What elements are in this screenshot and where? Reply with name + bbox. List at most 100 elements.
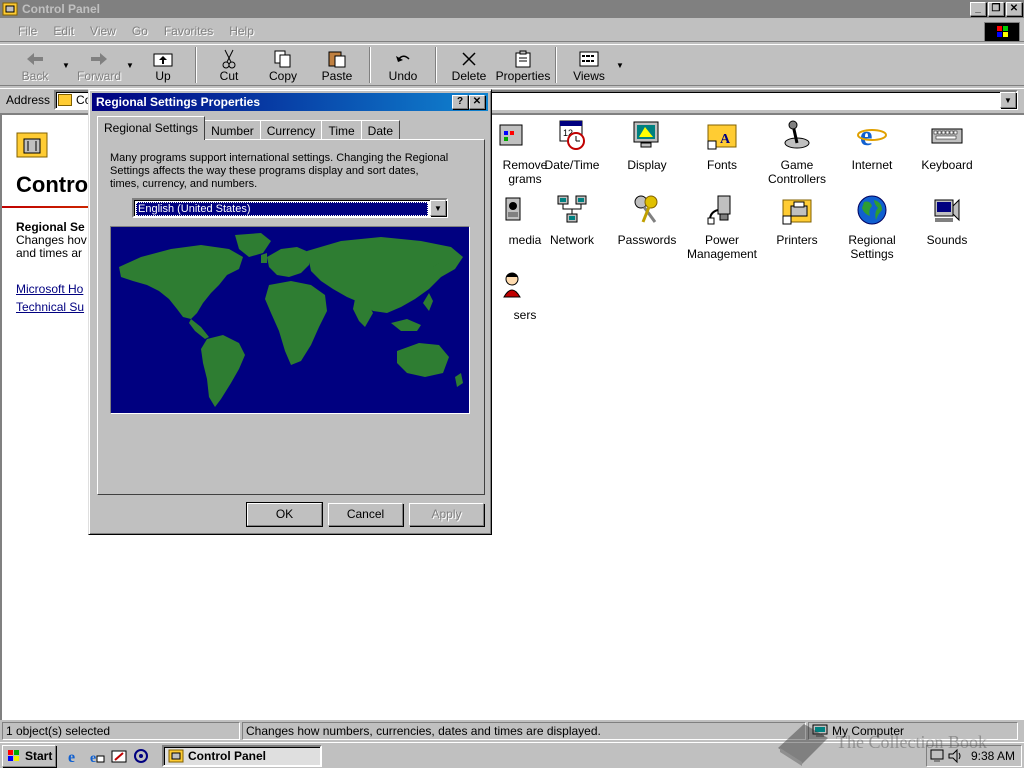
locale-dropdown-icon[interactable]: ▼ [430,200,446,216]
toolbar-separator [195,47,197,83]
views-icon [578,49,600,69]
task-label: Control Panel [188,748,267,763]
show-desktop-icon[interactable] [108,746,130,766]
folder-up-icon [152,49,174,69]
copy-button[interactable]: Copy [256,45,310,85]
ok-button[interactable]: OK [246,502,323,527]
views-label: Views [573,69,605,83]
clock[interactable]: 9:38 AM [971,749,1015,763]
system-tray: 9:38 AM [926,745,1022,767]
menu-edit[interactable]: Edit [45,22,82,40]
menu-favorites[interactable]: Favorites [156,22,221,40]
datetime-item[interactable]: 12 Date/Time [534,119,610,172]
status-description: Changes how numbers, currencies, dates a… [242,722,806,740]
close-button[interactable]: ✕ [1006,2,1022,16]
svg-text:e: e [90,751,96,764]
windows-flag-icon [8,749,19,761]
power-management-item[interactable]: Power Management [684,194,760,261]
fonts-item[interactable]: A Fonts [684,119,760,172]
tab-panel: Many programs support international sett… [97,139,485,495]
start-button[interactable]: Start [2,744,56,767]
back-arrow-icon [24,49,46,69]
dialog-close-button[interactable]: ✕ [469,95,485,109]
users-icon [503,272,521,298]
my-computer-icon [812,724,828,737]
game-controllers-item[interactable]: Game Controllers [759,119,835,186]
internet-label: Internet [851,158,893,172]
window-titlebar[interactable]: Control Panel _ ❐ ✕ [0,0,1024,18]
cancel-button[interactable]: Cancel [328,503,403,526]
game-controllers-label: Game Controllers [767,158,827,186]
fonts-folder-icon: A [707,124,737,150]
channels-icon[interactable] [130,746,152,766]
taskbar: Start e e Control Panel 9:38 AM [0,742,1024,768]
regional-settings-label: Regional Settings [848,233,896,261]
locale-select[interactable]: English (United States) ▼ [132,198,448,218]
delete-x-icon [458,49,480,69]
printers-item[interactable]: Printers [759,194,835,247]
display-label: Display [627,158,667,172]
network-item[interactable]: Network [534,194,610,247]
task-control-panel[interactable]: Control Panel [162,744,322,767]
address-label: Address [6,92,51,107]
svg-text:e: e [860,121,872,151]
back-label: Back [21,69,49,83]
undo-label: Undo [388,69,418,83]
add-remove-programs-icon [499,124,523,146]
undo-button[interactable]: Undo [376,45,430,85]
tray-monitor-icon[interactable] [929,748,945,764]
outlook-express-icon[interactable]: e [86,746,108,766]
svg-text:A: A [720,132,731,147]
keyboard-item[interactable]: Keyboard [909,119,985,172]
menu-view[interactable]: View [82,22,124,40]
views-dropdown-icon[interactable]: ▼ [616,45,626,70]
volume-icon[interactable] [947,748,963,764]
sounds-item[interactable]: Sounds [909,194,985,247]
menu-help[interactable]: Help [221,22,262,40]
world-map[interactable] [110,226,470,414]
toolbar: Back ▼ Forward ▼ Up Cut Copy Paste Undo … [0,44,1024,86]
internet-item[interactable]: e Internet [834,119,910,172]
passwords-item[interactable]: Passwords [609,194,685,247]
cut-label: Cut [219,69,239,83]
back-dropdown-icon[interactable]: ▼ [62,45,72,70]
calendar-clock-icon: 12 [559,120,585,150]
minimize-button[interactable]: _ [970,2,986,16]
back-button[interactable]: Back [8,45,62,85]
apply-button[interactable]: Apply [409,503,484,526]
windows-logo-icon [984,22,1020,42]
address-dropdown-icon[interactable]: ▼ [1000,91,1016,108]
menu-go[interactable]: Go [124,22,156,40]
restore-button[interactable]: ❐ [988,2,1004,16]
globe-icon [857,195,887,225]
help-button[interactable]: ? [452,95,468,109]
regional-settings-item[interactable]: Regional Settings [834,194,910,261]
tab-number[interactable]: Number [204,120,261,140]
tab-time[interactable]: Time [321,120,362,140]
cut-button[interactable]: Cut [202,45,256,85]
locale-value: English (United States) [136,202,428,216]
start-label: Start [25,748,53,763]
dialog-title: Regional Settings Properties [96,95,261,109]
tab-currency[interactable]: Currency [259,120,323,140]
delete-button[interactable]: Delete [442,45,496,85]
up-button[interactable]: Up [136,45,190,85]
copy-label: Copy [268,69,297,83]
properties-button[interactable]: Properties [496,45,550,85]
menu-file[interactable]: File [10,22,45,40]
tab-date[interactable]: Date [360,120,401,140]
tab-strip: Regional Settings Number Currency Time D… [97,116,401,140]
dialog-titlebar[interactable]: Regional Settings Properties ? ✕ [92,93,488,111]
display-item[interactable]: Display [609,119,685,172]
forward-dropdown-icon[interactable]: ▼ [126,45,136,70]
up-label: Up [155,69,171,83]
quick-launch: e e [64,746,152,766]
paste-button[interactable]: Paste [310,45,364,85]
joystick-icon [784,120,810,149]
views-button[interactable]: Views [562,45,616,85]
internet-explorer-icon[interactable]: e [64,746,86,766]
intro-text: Many programs support international sett… [110,152,449,190]
tab-regional-settings[interactable]: Regional Settings [97,116,206,140]
forward-button[interactable]: Forward [72,45,126,85]
multimedia-icon [505,197,521,221]
